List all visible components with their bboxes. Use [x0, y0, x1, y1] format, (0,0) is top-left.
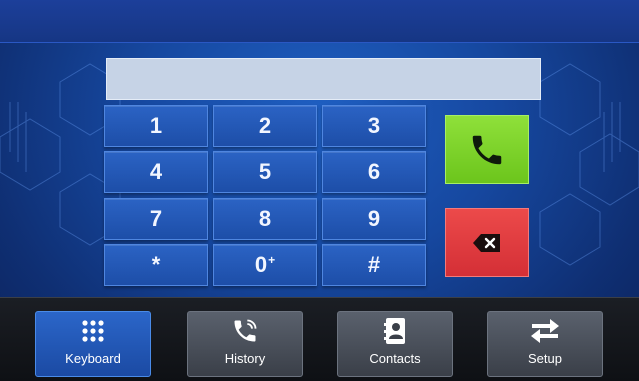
key-label: 9: [367, 206, 381, 231]
backspace-icon: [473, 233, 500, 252]
key-6[interactable]: 6: [322, 151, 426, 193]
nav-history-button[interactable]: History: [187, 311, 303, 377]
key-7[interactable]: 7: [104, 198, 208, 240]
key-label: 5: [258, 159, 272, 184]
key-label: *: [151, 252, 161, 277]
nav-keyboard-label: Keyboard: [65, 351, 121, 366]
key-5[interactable]: 5: [213, 151, 317, 193]
nav-contacts-button[interactable]: Contacts: [337, 311, 453, 377]
key-label: 1: [149, 113, 163, 138]
key-label: 7: [149, 206, 163, 231]
nav-setup-button[interactable]: Setup: [487, 311, 603, 377]
key-star[interactable]: *: [104, 244, 208, 286]
key-label: 0: [254, 252, 268, 277]
phone-call-icon: [230, 317, 260, 345]
nav-setup-label: Setup: [528, 351, 562, 366]
key-8[interactable]: 8: [213, 198, 317, 240]
keypad-grid-icon: [78, 317, 108, 345]
bottom-navigation-bar: Keyboard History Contacts Setup: [0, 297, 639, 381]
key-4[interactable]: 4: [104, 151, 208, 193]
top-status-bar: [0, 0, 639, 43]
backspace-button[interactable]: [445, 208, 529, 277]
nav-keyboard-button[interactable]: Keyboard: [35, 311, 151, 377]
key-label: 3: [367, 113, 381, 138]
call-button[interactable]: [445, 115, 529, 184]
key-label: 8: [258, 206, 272, 231]
key-9[interactable]: 9: [322, 198, 426, 240]
key-1[interactable]: 1: [104, 105, 208, 147]
key-label: 2: [258, 113, 272, 138]
key-label: 6: [367, 159, 381, 184]
nav-history-label: History: [224, 351, 266, 366]
key-2[interactable]: 2: [213, 105, 317, 147]
dialer-screen: 1 2 3 4 5 6 7 8 9 * 0 + # Keyboard Histo…: [0, 0, 639, 381]
phone-icon: [472, 135, 502, 164]
key-0[interactable]: 0 +: [213, 244, 317, 286]
key-3[interactable]: 3: [322, 105, 426, 147]
contacts-book-icon: [380, 317, 410, 345]
dial-number-display[interactable]: [106, 58, 541, 100]
key-label: #: [367, 252, 381, 277]
key-sublabel: +: [268, 253, 276, 267]
swap-arrows-icon: [530, 317, 560, 345]
key-label: 4: [149, 159, 163, 184]
nav-contacts-label: Contacts: [369, 351, 421, 366]
key-hash[interactable]: #: [322, 244, 426, 286]
